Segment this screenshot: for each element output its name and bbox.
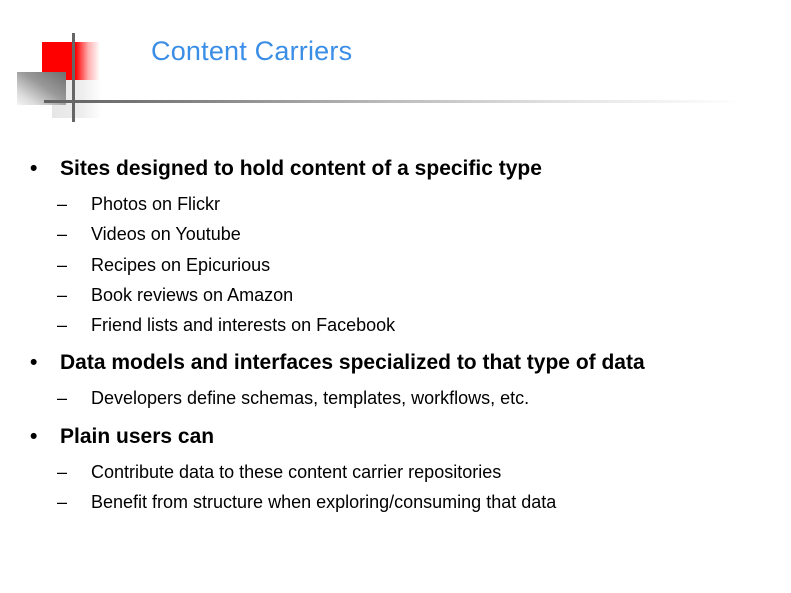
logo-vertical-line xyxy=(72,33,75,122)
sub-bullet-item: – Friend lists and interests on Facebook xyxy=(30,310,770,340)
sub-bullet-item: – Photos on Flickr xyxy=(30,189,770,219)
dash-icon: – xyxy=(57,254,68,275)
sub-bullet-item: – Book reviews on Amazon xyxy=(30,280,770,310)
sub-bullet-text: Recipes on Epicurious xyxy=(91,254,271,275)
bullet-icon: • xyxy=(30,351,38,375)
sub-bullet-item: – Developers define schemas, templates, … xyxy=(30,383,770,413)
dash-icon: – xyxy=(57,492,68,513)
sub-bullet-item: – Videos on Youtube xyxy=(30,219,770,249)
dash-icon: – xyxy=(57,284,68,305)
bullet-icon: • xyxy=(30,424,38,448)
sub-bullet-text: Contribute data to these content carrier… xyxy=(91,461,502,482)
bullet-item: • Sites designed to hold content of a sp… xyxy=(30,154,770,184)
dash-icon: – xyxy=(57,315,68,336)
sub-bullet-text: Photos on Flickr xyxy=(91,194,221,214)
bullet-item: • Plain users can xyxy=(30,422,770,452)
sub-bullet-text: Videos on Youtube xyxy=(91,224,241,245)
slide-body: • Sites designed to hold content of a sp… xyxy=(30,154,770,517)
dash-icon: – xyxy=(57,388,68,409)
sub-bullet-item: – Contribute data to these content carri… xyxy=(30,457,770,487)
title-underline-divider xyxy=(44,100,744,103)
sub-bullet-text: Developers define schemas, templates, wo… xyxy=(91,388,530,409)
sub-bullet-text: Book reviews on Amazon xyxy=(91,284,294,305)
dash-icon: – xyxy=(57,224,68,245)
sub-bullet-text: Friend lists and interests on Facebook xyxy=(91,315,396,336)
slide-logo xyxy=(0,0,110,130)
dash-icon: – xyxy=(57,194,68,214)
sub-bullet-item: – Benefit from structure when exploring/… xyxy=(30,487,770,517)
bullet-text: Plain users can xyxy=(60,424,215,448)
sub-bullet-item: – Recipes on Epicurious xyxy=(30,250,770,280)
bullet-text: Sites designed to hold content of a spec… xyxy=(60,157,542,180)
bullet-item: • Data models and interfaces specialized… xyxy=(30,348,770,378)
bullet-text: Data models and interfaces specialized t… xyxy=(60,351,645,375)
dash-icon: – xyxy=(57,461,68,482)
slide-title: Content Carriers xyxy=(151,36,353,66)
bullet-icon: • xyxy=(30,157,38,180)
sub-bullet-text: Benefit from structure when exploring/co… xyxy=(91,492,557,513)
